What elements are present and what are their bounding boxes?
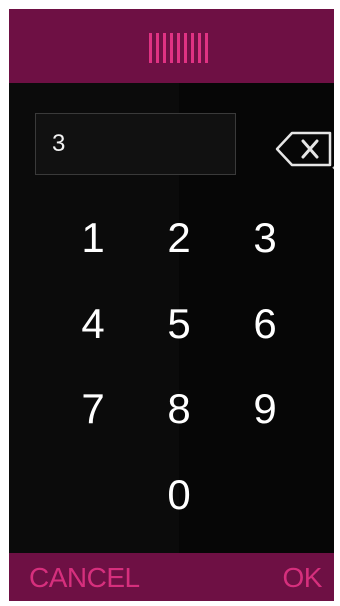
key-4[interactable]: 4 bbox=[63, 294, 123, 354]
bars-icon bbox=[149, 33, 208, 63]
key-7[interactable]: 7 bbox=[63, 379, 123, 439]
ok-button[interactable]: OK bbox=[283, 561, 323, 595]
backspace-icon bbox=[275, 131, 334, 170]
key-1[interactable]: 1 bbox=[63, 208, 123, 268]
number-input-value: 3 bbox=[52, 130, 66, 157]
key-8[interactable]: 8 bbox=[149, 379, 209, 439]
backspace-button[interactable] bbox=[265, 127, 334, 171]
key-0[interactable]: 0 bbox=[149, 465, 209, 525]
footer-bar: CANCEL OK bbox=[9, 553, 334, 601]
cancel-button[interactable]: CANCEL bbox=[29, 561, 140, 595]
key-5[interactable]: 5 bbox=[149, 294, 209, 354]
number-input-field[interactable]: 3 bbox=[35, 113, 236, 175]
key-2[interactable]: 2 bbox=[149, 208, 209, 268]
header-bar bbox=[9, 9, 334, 83]
numeric-keypad-dialog: 3 1 2 3 4 5 6 7 8 9 0 CANCEL OK bbox=[9, 9, 334, 601]
key-3[interactable]: 3 bbox=[235, 208, 295, 268]
key-9[interactable]: 9 bbox=[235, 379, 295, 439]
key-6[interactable]: 6 bbox=[235, 294, 295, 354]
